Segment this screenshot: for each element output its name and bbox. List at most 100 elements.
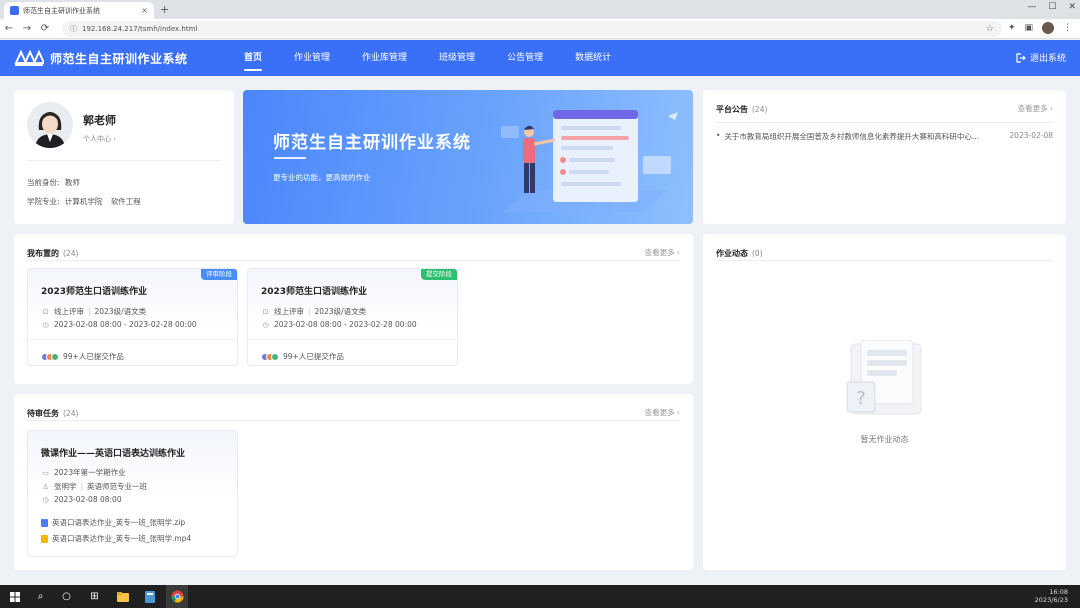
todo-more-link[interactable]: 查看更多 › xyxy=(645,407,680,418)
role-value: 教师 xyxy=(64,178,80,187)
taskbar-clock[interactable]: 16:08 2023/6/23 xyxy=(1035,588,1068,604)
nav-statistics[interactable]: 数据统计 xyxy=(559,40,627,76)
browser-toolbar: ← → ⟳ ⓘ 192.168.24.217/tsmh/index.html ☆… xyxy=(0,19,1080,39)
todo-student: 张明学 xyxy=(54,482,77,491)
divider xyxy=(28,339,237,340)
attachment-name: 英语口语表达作业_英专一班_张明学.mp4 xyxy=(52,534,192,543)
todo-count: (24) xyxy=(63,408,79,418)
attachment-video[interactable]: 英语口语表达作业_英专一班_张明学.mp4 xyxy=(41,533,191,544)
task-view-icon[interactable]: ○ xyxy=(60,590,73,603)
published-title: 我布置的 xyxy=(27,248,59,258)
favicon-icon xyxy=(10,6,19,15)
minimize-icon[interactable]: — xyxy=(1027,2,1036,12)
todo-title: 待审任务 xyxy=(27,408,59,418)
nav-homework-library[interactable]: 作业库管理 xyxy=(346,40,423,76)
divider xyxy=(27,260,680,261)
published-count: (24) xyxy=(63,248,79,258)
submitter-avatars xyxy=(261,352,279,361)
file-explorer-icon[interactable] xyxy=(116,590,129,603)
clock-icon: ◷ xyxy=(262,320,269,329)
browser-menu-icon[interactable]: ⋮ xyxy=(1063,23,1072,33)
major-value-2: 软件工程 xyxy=(110,197,141,206)
avatar[interactable] xyxy=(27,102,73,148)
sidepanel-icon[interactable]: ▣ xyxy=(1024,23,1033,33)
browser-tab[interactable]: 师范生自主研训作业系统 × xyxy=(4,2,154,19)
hero-banner: 师范生自主研训作业系统 更专业的功能，更高效的作业 xyxy=(243,90,693,224)
logout-button[interactable]: 退出系统 xyxy=(1016,51,1066,64)
widgets-icon[interactable]: ⊞ xyxy=(88,590,101,603)
window-close-icon[interactable]: ✕ xyxy=(1068,2,1076,12)
notice-title: 平台公告 xyxy=(716,104,748,114)
nav-homework-manage[interactable]: 作业管理 xyxy=(278,40,346,76)
attachment-zip[interactable]: 英语口语表达作业_英专一班_张明学.zip xyxy=(41,517,185,528)
stage-badge: 提交阶段 xyxy=(421,269,457,280)
tab-close-icon[interactable]: × xyxy=(141,6,148,15)
todo-time: 2023-02-08 08:00 xyxy=(54,495,122,504)
extensions-icon[interactable]: ✦ xyxy=(1008,23,1016,33)
role-row: 当前身份: 教师 xyxy=(27,177,80,188)
homework-time-row: ◷ 2023-02-08 08:00 - 2023-02-28 00:00 xyxy=(41,320,197,329)
notice-more-link[interactable]: 查看更多 › xyxy=(1018,103,1053,114)
divider xyxy=(27,160,221,161)
review-mode: 线上评审 xyxy=(54,307,84,316)
reload-icon[interactable]: ⟳ xyxy=(36,23,54,34)
profile-avatar-icon[interactable] xyxy=(1042,22,1054,34)
homework-time: 2023-02-08 08:00 - 2023-02-28 00:00 xyxy=(54,320,197,329)
profile-card: 郭老师 个人中心 › 当前身份: 教师 学院专业: 计算机学院 软件工程 xyxy=(14,90,234,224)
published-more-link[interactable]: 查看更多 › xyxy=(645,247,680,258)
browser-tabstrip: 师范生自主研训作业系统 × + — ☐ ✕ xyxy=(0,0,1080,19)
submitter-avatars xyxy=(41,352,59,361)
user-photo-icon xyxy=(27,102,73,148)
new-tab-icon[interactable]: + xyxy=(160,3,169,16)
personal-center-link[interactable]: 个人中心 › xyxy=(83,134,116,144)
dynamics-count: (0) xyxy=(752,248,763,258)
submitted-count: 99+人已提交作品 xyxy=(63,352,124,361)
published-card: 我布置的 (24) 查看更多 › 评审阶段 2023师范生口语训练作业 ⊡ 线上… xyxy=(14,234,693,384)
user-icon: ♙ xyxy=(42,482,49,491)
chrome-icon[interactable] xyxy=(166,585,188,608)
info-icon[interactable]: ⓘ xyxy=(70,24,77,34)
banner-illustration xyxy=(501,110,678,212)
app-logo[interactable]: 师范生自主研训作业系统 xyxy=(14,49,188,67)
banner-subtitle: 更专业的功能，更高效的作业 xyxy=(273,173,371,182)
submitted-count: 99+人已提交作品 xyxy=(283,352,344,361)
notice-card: 平台公告 (24) 查看更多 › • 关于市教育局组织开展全国普及乡村教师信息化… xyxy=(703,90,1066,224)
search-icon[interactable]: ⌕ xyxy=(34,590,47,603)
bookmark-star-icon[interactable]: ☆ xyxy=(986,24,994,34)
url-text: 192.168.24.217/tsmh/index.html xyxy=(82,25,198,33)
logout-label: 退出系统 xyxy=(1029,54,1066,64)
todo-term: 2023年第一学期作业 xyxy=(54,468,126,477)
app-title: 师范生自主研训作业系统 xyxy=(50,51,188,66)
todo-term-row: ▭ 2023年第一学期作业 xyxy=(41,467,126,478)
nav-home[interactable]: 首页 xyxy=(228,40,278,76)
forward-icon[interactable]: → xyxy=(18,23,36,34)
logo-icon xyxy=(14,49,44,66)
homework-time: 2023-02-08 08:00 - 2023-02-28 00:00 xyxy=(274,320,417,329)
banner-title: 师范生自主研训作业系统 xyxy=(273,133,471,153)
todo-class: 英语师范专业一班 xyxy=(87,482,148,491)
clock-time: 16:08 xyxy=(1049,588,1068,596)
notice-item[interactable]: • 关于市教育局组织开展全国普及乡村教师信息化素养提升大赛和高科研中心... 2… xyxy=(716,131,1053,142)
logout-icon xyxy=(1016,52,1026,63)
file-zip-icon xyxy=(41,518,48,527)
todo-time-row: ◷ 2023-02-08 08:00 xyxy=(41,495,122,504)
review-icon: ⊡ xyxy=(262,307,269,316)
homework-card[interactable]: 提交阶段 2023师范生口语训练作业 ⊡ 线上评审 | 2023级/语文类 ◷ … xyxy=(247,268,458,366)
nav-notice-manage[interactable]: 公告管理 xyxy=(491,40,559,76)
calculator-icon[interactable] xyxy=(143,590,156,603)
homework-card[interactable]: 评审阶段 2023师范生口语训练作业 ⊡ 线上评审 | 2023级/语文类 ◷ … xyxy=(27,268,238,366)
clock-icon: ◷ xyxy=(42,495,49,504)
review-mode: 线上评审 xyxy=(274,307,304,316)
nav-class-manage[interactable]: 班级管理 xyxy=(423,40,491,76)
back-icon[interactable]: ← xyxy=(0,23,18,34)
todo-item-card[interactable]: 微课作业——英语口语表达训练作业 ▭ 2023年第一学期作业 ♙ 张明学 | 英… xyxy=(27,430,238,557)
homework-time-row: ◷ 2023-02-08 08:00 - 2023-02-28 00:00 xyxy=(261,320,417,329)
divider xyxy=(27,420,680,421)
svg-text:?: ? xyxy=(856,388,866,409)
maximize-icon[interactable]: ☐ xyxy=(1048,2,1056,12)
address-bar[interactable]: ⓘ 192.168.24.217/tsmh/index.html ☆ xyxy=(62,21,1002,37)
start-icon[interactable] xyxy=(8,590,21,603)
homework-submissions: 99+人已提交作品 xyxy=(41,351,124,362)
clock-date: 2023/6/23 xyxy=(1034,596,1068,604)
homework-submissions: 99+人已提交作品 xyxy=(261,351,344,362)
